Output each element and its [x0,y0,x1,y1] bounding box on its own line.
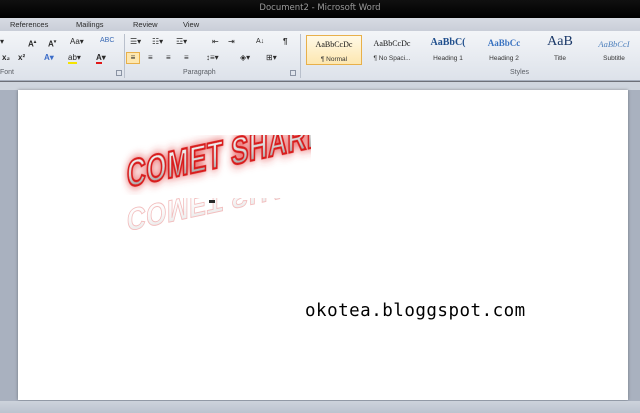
group-label-styles: Styles [510,69,530,76]
align-center-icon[interactable]: ≡ [148,53,153,63]
style-sample: AaBbCcDc [373,39,411,48]
style-name: ¶ Normal [320,56,348,63]
style-name: ¶ No Spaci... [373,55,411,62]
style-name: Heading 2 [489,55,519,62]
wordart-text[interactable]: COMET SHARE [121,135,311,195]
grow-font-icon[interactable]: A▴ [28,37,36,50]
style-name: Title [553,55,567,62]
document-page[interactable] [18,90,628,400]
style-name: Subtitle [603,55,625,62]
style-subtitle[interactable]: AaBbCcI Subtitle [588,35,640,65]
style-normal[interactable]: AaBbCcDc ¶ Normal [306,35,362,65]
align-left-icon[interactable]: ≡ [126,52,140,64]
style-no-spacing[interactable]: AaBbCcDc ¶ No Spaci... [364,35,420,65]
shading-icon[interactable]: ◈▾ [240,53,250,63]
change-case-icon[interactable]: Aa▾ [70,37,84,47]
style-sample: AaBbCcI [598,39,630,49]
line-spacing-icon[interactable]: ↕≡▾ [206,53,219,63]
ruler [0,82,640,90]
group-label-paragraph: Paragraph [183,69,216,76]
increase-indent-icon[interactable]: ⇥ [228,37,235,47]
font-dialog-launcher-icon[interactable] [116,70,122,76]
borders-icon[interactable]: ⊞▾ [266,53,277,63]
font-color-icon[interactable]: A▾ [96,53,106,64]
style-sample: AaB [547,34,573,49]
justify-icon[interactable]: ≡ [184,53,189,63]
title-bar: Document2 - Microsoft Word [0,0,640,18]
group-separator [124,34,125,78]
wordart-reflection: COMET SHARE [127,198,311,237]
style-sample: AaBbC( [430,37,466,48]
bullets-icon[interactable]: ☰▾ [130,37,141,47]
style-heading-2[interactable]: AaBbCc Heading 2 [476,35,532,65]
group-label-font: Font [0,69,15,76]
style-name: Heading 1 [433,55,463,62]
clear-formatting-icon[interactable]: ABC [100,36,114,46]
text-effects-icon[interactable]: A▾ [44,53,54,63]
style-title[interactable]: AaB Title [532,34,588,65]
decrease-indent-icon[interactable]: ⇤ [212,37,219,47]
tab-view[interactable]: View [183,20,199,29]
style-heading-1[interactable]: AaBbC( Heading 1 [420,35,476,65]
status-bar [0,401,640,413]
document-body-text[interactable]: okotea.bloggspot.com [305,301,526,321]
wordart-label: COMET SHARE [127,135,311,195]
style-sample: AaBbCc [487,38,521,48]
show-paragraph-marks-icon[interactable]: ¶ [283,37,287,47]
highlight-color-icon[interactable]: ab▾ [68,53,81,64]
group-separator [300,34,301,78]
superscript-icon[interactable]: x² [18,53,25,63]
wordart-reflection-label: COMET SHARE [127,198,311,237]
font-size-dropdown-icon[interactable]: ▾ [0,37,4,47]
ribbon: ▾ A▴ A▾ Aa▾ ABC x₂ x² A▾ ab▾ A▾ Font ☰▾ … [0,31,640,81]
subscript-icon[interactable]: x₂ [2,53,10,63]
style-sample: AaBbCcDc [315,40,353,49]
shrink-font-icon[interactable]: A▾ [48,37,56,50]
window-title: Document2 - Microsoft Word [259,3,381,13]
multilevel-list-icon[interactable]: ☲▾ [176,37,187,47]
paragraph-dialog-launcher-icon[interactable] [290,70,296,76]
tab-review[interactable]: Review [133,20,158,29]
numbering-icon[interactable]: ☷▾ [152,37,163,47]
sort-icon[interactable]: A↓ [256,37,264,47]
align-right-icon[interactable]: ≡ [166,53,171,63]
tab-mailings[interactable]: Mailings [76,20,104,29]
ribbon-tabs: References Mailings Review View [0,18,640,31]
text-cursor-marker [209,200,215,203]
tab-references[interactable]: References [10,20,48,29]
